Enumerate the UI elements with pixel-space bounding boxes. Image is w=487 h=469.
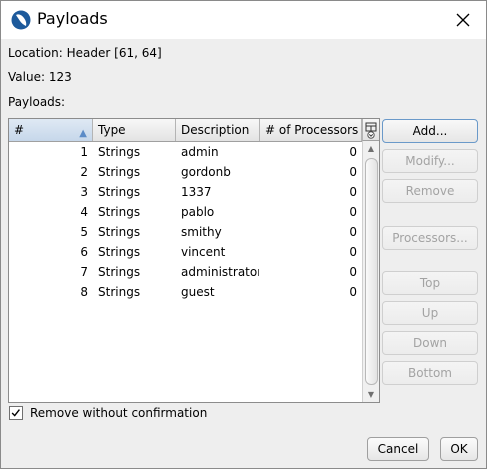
table-row[interactable]: 3 Strings 1337 0 — [9, 182, 362, 202]
value-value: 123 — [48, 70, 72, 84]
remove-button[interactable]: Remove — [382, 179, 478, 203]
close-icon[interactable] — [450, 7, 476, 33]
table-row[interactable]: 4 Strings pablo 0 — [9, 202, 362, 222]
column-header-description[interactable]: Description — [176, 119, 260, 141]
table-row[interactable]: 1 Strings admin 0 — [9, 142, 362, 162]
payloads-label: Payloads: — [8, 95, 66, 109]
table-row[interactable]: 2 Strings gordonb 0 — [9, 162, 362, 182]
add-button[interactable]: Add... — [382, 119, 478, 143]
modify-button[interactable]: Modify... — [382, 149, 478, 173]
scroll-up-arrow-icon[interactable]: ▲ — [363, 141, 379, 156]
scroll-down-arrow-icon[interactable]: ▼ — [363, 387, 379, 402]
processors-button[interactable]: Processors... — [382, 226, 478, 250]
table-header: # ▲ Type Description # of Processors — [9, 119, 362, 142]
scrollbar-thumb[interactable] — [365, 158, 378, 385]
table-row[interactable]: 6 Strings vincent 0 — [9, 242, 362, 262]
vertical-scrollbar[interactable]: ▲ ▼ — [362, 141, 379, 402]
payloads-table[interactable]: # ▲ Type Description # of Processors 1 S… — [8, 118, 380, 403]
bottom-button[interactable]: Bottom — [382, 361, 478, 385]
column-header-number[interactable]: # ▲ — [9, 119, 93, 141]
checkmark-icon — [11, 409, 20, 417]
down-button[interactable]: Down — [382, 331, 478, 355]
location-label: Location: Header [61, 64] — [8, 46, 162, 60]
table-row[interactable]: 5 Strings smithy 0 — [9, 222, 362, 242]
title-bar: Payloads — [1, 1, 486, 39]
top-button[interactable]: Top — [382, 271, 478, 295]
cancel-button[interactable]: Cancel — [367, 437, 429, 461]
window-title: Payloads — [37, 9, 108, 28]
table-row[interactable]: 7 Strings administrator 0 — [9, 262, 362, 282]
table-row[interactable]: 8 Strings guest 0 — [9, 282, 362, 302]
column-header-type[interactable]: Type — [93, 119, 176, 141]
value-label: Value: 123 — [8, 70, 72, 84]
remove-without-confirmation-checkbox[interactable] — [9, 406, 23, 420]
app-logo-icon — [11, 10, 31, 30]
column-header-processors[interactable]: # of Processors — [260, 119, 362, 141]
ok-button[interactable]: OK — [440, 437, 478, 461]
location-value: Header [61, 64] — [66, 46, 162, 60]
column-chooser-button[interactable] — [362, 119, 379, 141]
up-button[interactable]: Up — [382, 301, 478, 325]
remove-without-confirmation-label: Remove without confirmation — [30, 406, 208, 420]
column-chooser-icon — [365, 122, 377, 139]
payloads-dialog: Payloads Location: Header [61, 64] Value… — [0, 0, 487, 469]
